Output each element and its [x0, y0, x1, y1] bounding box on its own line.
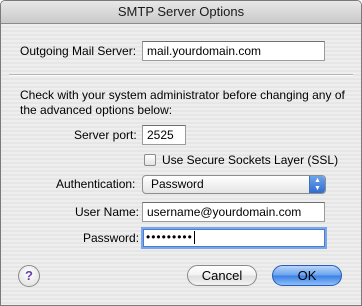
help-button[interactable]: ? [18, 265, 40, 287]
username-field[interactable]: username@yourdomain.com [142, 202, 325, 222]
password-label: Password: [83, 231, 140, 245]
authentication-popup[interactable]: Password ▲ ▼ [142, 175, 326, 194]
server-port-field[interactable]: 2525 [142, 125, 186, 145]
password-masked-value: ••••••••• [146, 230, 193, 244]
updown-arrows-icon: ▲ ▼ [309, 176, 325, 193]
dialog-title: SMTP Server Options [1, 1, 361, 24]
ssl-checkbox[interactable] [144, 154, 156, 166]
authentication-label: Authentication: [56, 177, 136, 191]
smtp-options-dialog: SMTP Server Options Outgoing Mail Server… [0, 0, 362, 306]
separator [9, 74, 353, 76]
ssl-checkbox-label[interactable]: Use Secure Sockets Layer (SSL) [162, 153, 338, 167]
dialog-content: Outgoing Mail Server: mail.yourdomain.co… [1, 24, 361, 305]
authentication-selected: Password [151, 177, 204, 191]
password-field[interactable]: ••••••••• [141, 227, 327, 249]
outgoing-server-label: Outgoing Mail Server: [20, 44, 137, 58]
username-label: User Name: [75, 205, 140, 219]
ok-button[interactable]: OK [272, 265, 342, 286]
cancel-button[interactable]: Cancel [187, 265, 257, 286]
advanced-options-note: Check with your system administrator bef… [20, 88, 345, 117]
text-cursor [193, 231, 195, 245]
outgoing-server-field[interactable]: mail.yourdomain.com [142, 41, 325, 61]
server-port-label: Server port: [74, 128, 137, 142]
